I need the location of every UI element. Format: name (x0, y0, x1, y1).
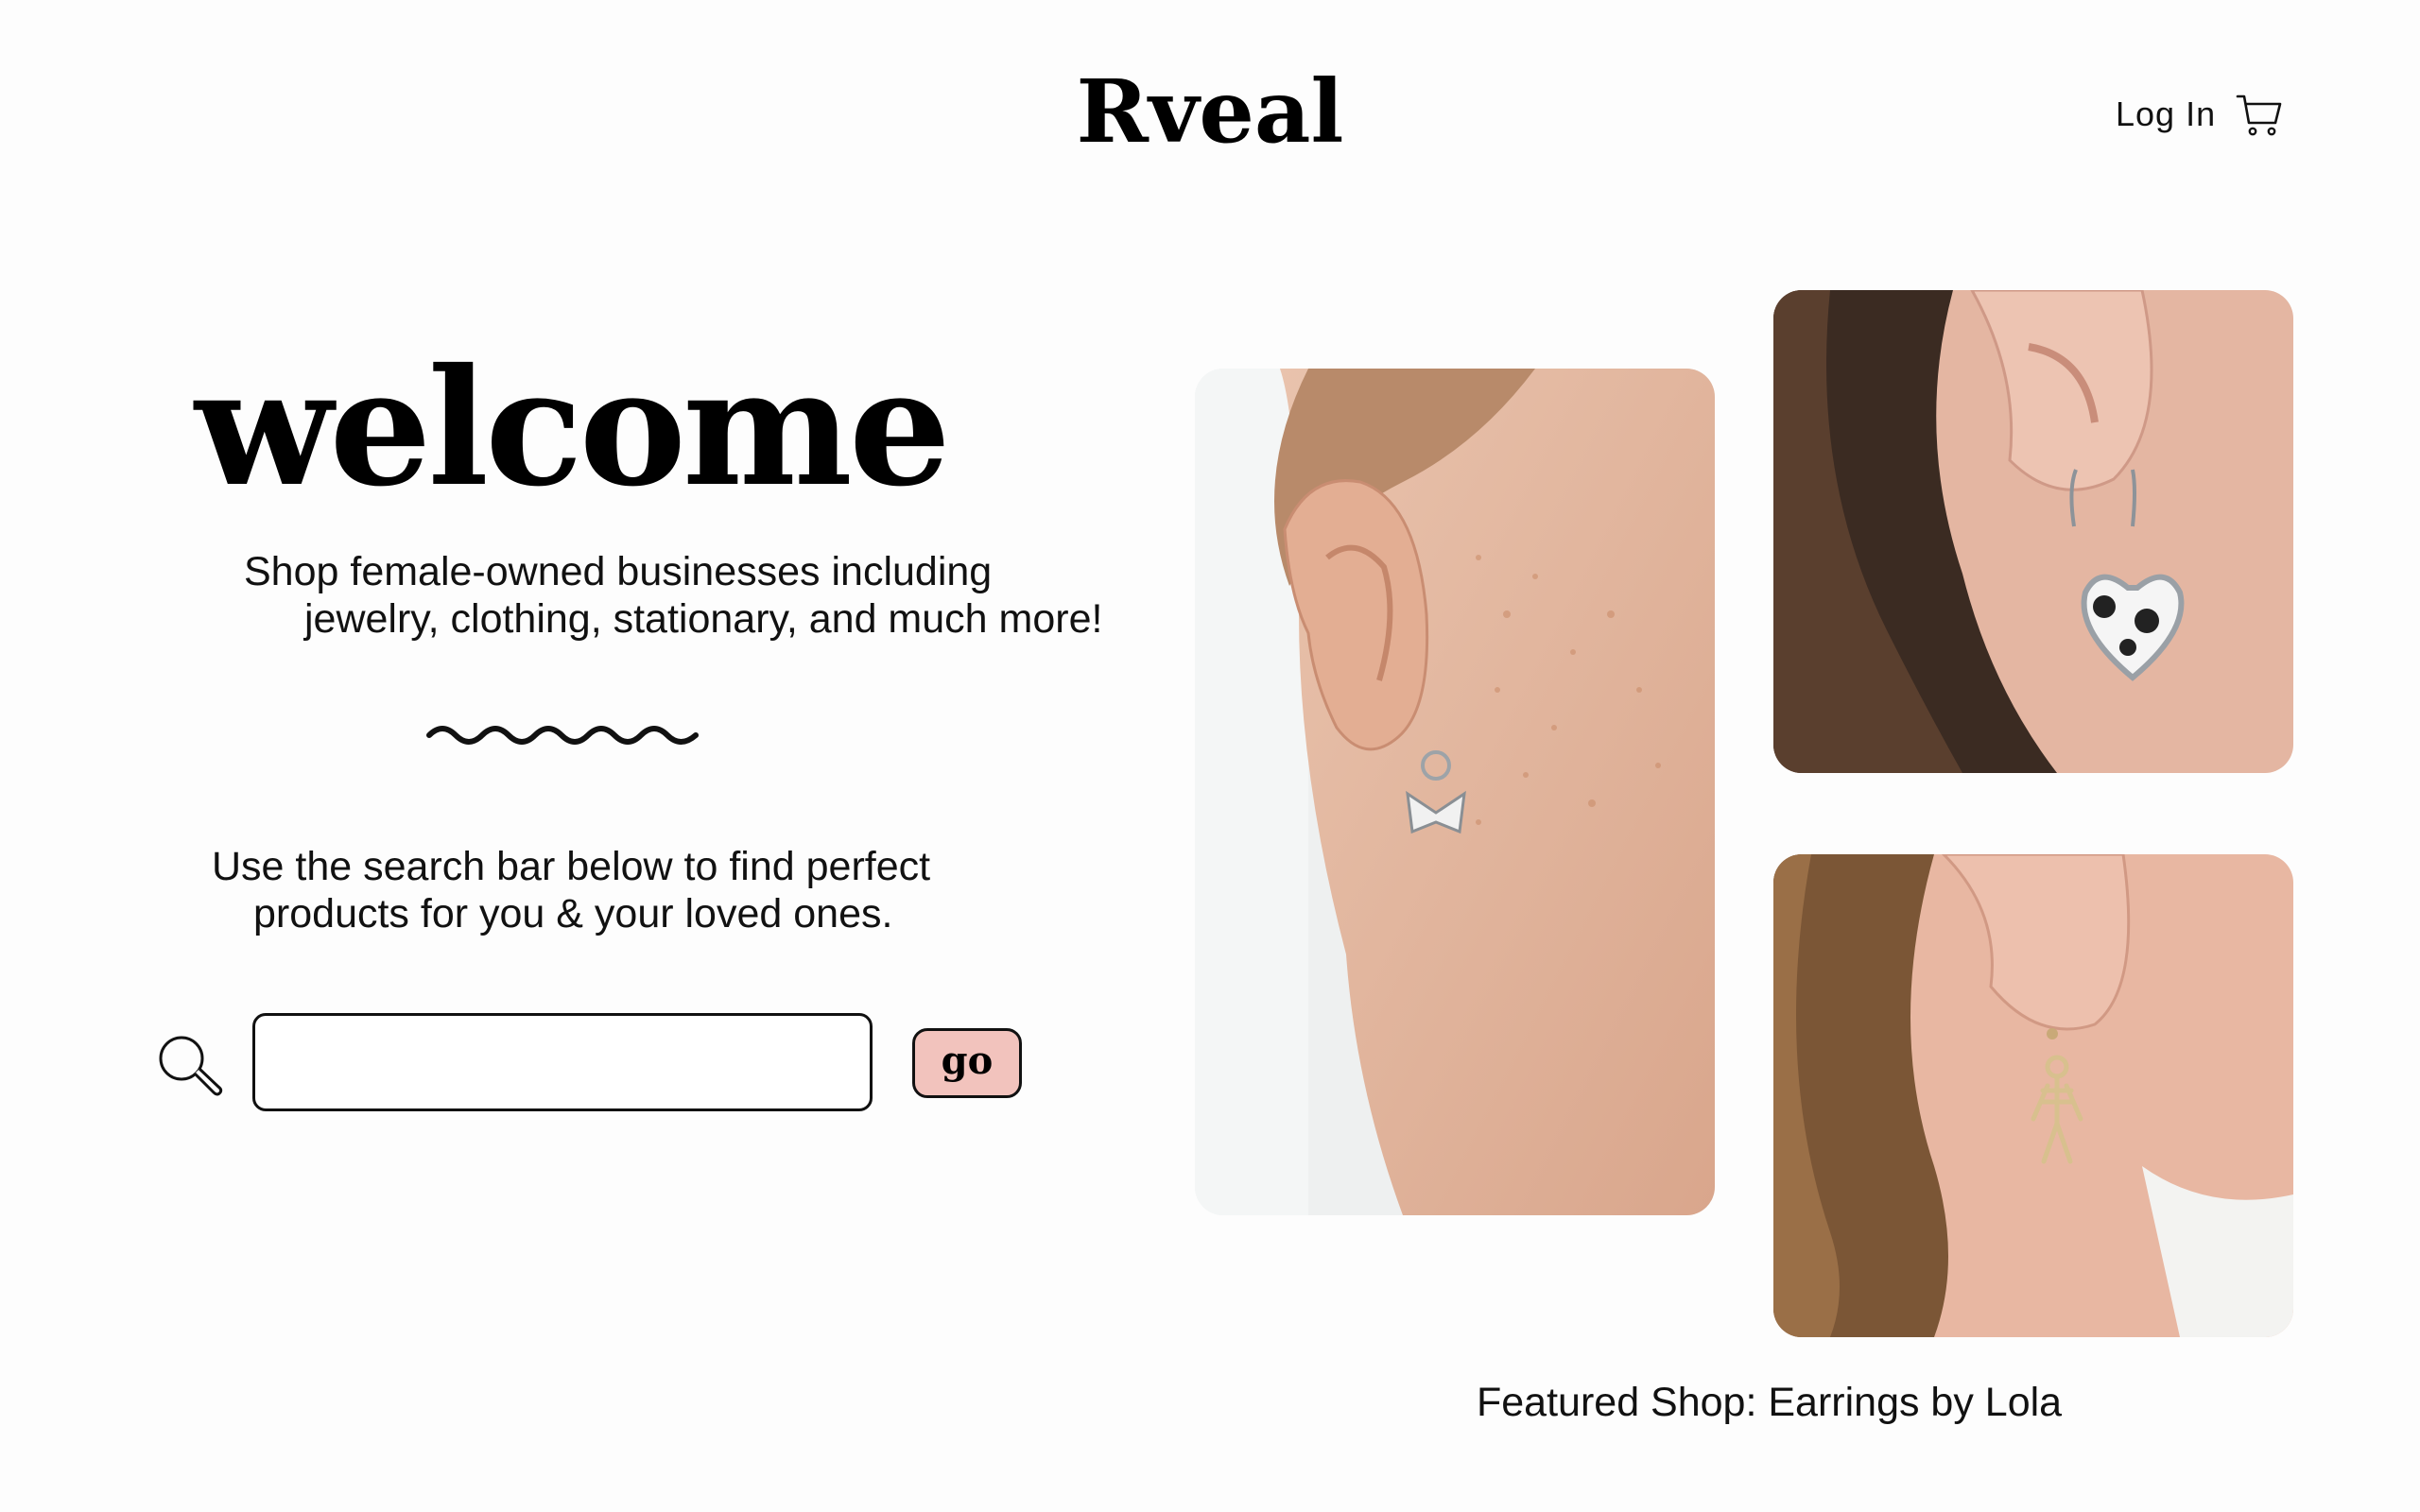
search-input[interactable] (252, 1013, 873, 1111)
cart-icon[interactable] (2236, 91, 2285, 140)
skeleton-earring-photo[interactable] (1773, 854, 2293, 1337)
search-instructions: Use the search bar below to find perfect… (212, 843, 930, 937)
tagline-line-2: jewelry, clothing, stationary, and much … (304, 596, 1103, 642)
page: Rveal Log In welcome Shop female-owned b… (0, 0, 2420, 1512)
butterfly-earring-photo[interactable] (1195, 369, 1715, 1215)
featured-shop-caption: Featured Shop: Earrings by Lola (1477, 1380, 2063, 1425)
squiggle-divider (425, 718, 700, 750)
search-icon[interactable] (155, 1032, 223, 1100)
instructions-line-2: products for you & your loved ones. (253, 891, 893, 936)
login-link[interactable]: Log In (2116, 94, 2216, 134)
heart-earring-photo[interactable] (1773, 290, 2293, 773)
instructions-line-1: Use the search bar below to find perfect (212, 844, 931, 889)
go-button[interactable]: go (912, 1028, 1022, 1098)
tagline-line-1: Shop female-owned businesses including (244, 549, 993, 594)
tagline: Shop female-owned businesses including j… (244, 548, 1102, 643)
brand-logo[interactable]: Rveal (0, 60, 2420, 163)
welcome-heading: welcome (195, 334, 951, 523)
